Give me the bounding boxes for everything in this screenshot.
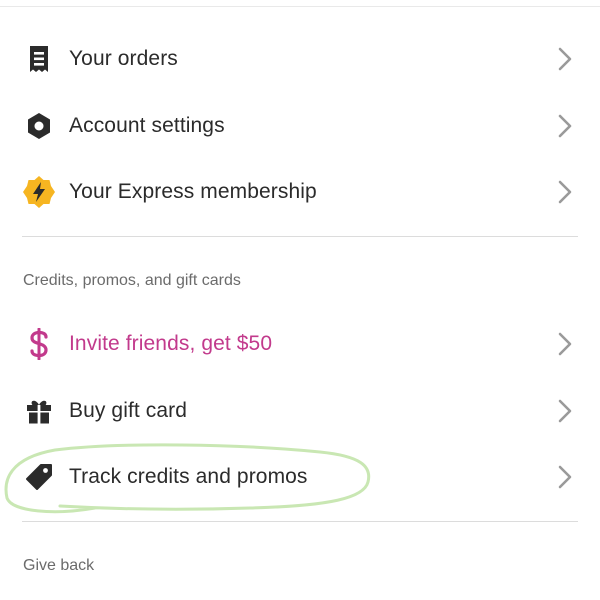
top-divider	[0, 6, 600, 7]
menu-item-label: Account settings	[69, 114, 225, 137]
tag-icon	[22, 460, 56, 494]
section-heading-credits: Credits, promos, and gift cards	[23, 272, 241, 289]
chevron-right-icon	[558, 332, 572, 356]
menu-item-track-credits[interactable]: Track credits and promos	[22, 451, 578, 503]
chevron-right-icon	[558, 465, 572, 489]
menu-item-label: Invite friends, get $50	[69, 332, 273, 355]
menu-item-account-settings[interactable]: Account settings	[22, 100, 578, 152]
section-divider	[22, 236, 578, 237]
menu-item-label: Your Express membership	[69, 180, 317, 203]
dollar-icon	[22, 327, 56, 361]
chevron-right-icon	[558, 114, 572, 138]
menu-item-label: Buy gift card	[69, 399, 188, 422]
lightning-badge-icon	[22, 175, 56, 209]
menu-item-label: Your orders	[69, 47, 178, 70]
chevron-right-icon	[558, 47, 572, 71]
menu-item-label: Track credits and promos	[69, 465, 308, 488]
section-divider	[22, 521, 578, 522]
gift-icon	[22, 394, 56, 428]
section-heading-give-back: Give back	[23, 557, 95, 574]
menu-item-express-membership[interactable]: Your Express membership	[22, 166, 578, 218]
chevron-right-icon	[558, 399, 572, 423]
receipt-icon	[22, 42, 56, 76]
menu-item-invite-friends[interactable]: Invite friends, get $50	[22, 318, 578, 370]
menu-item-your-orders[interactable]: Your orders	[22, 33, 578, 85]
gear-icon	[22, 109, 56, 143]
chevron-right-icon	[558, 180, 572, 204]
menu-item-buy-gift-card[interactable]: Buy gift card	[22, 385, 578, 437]
